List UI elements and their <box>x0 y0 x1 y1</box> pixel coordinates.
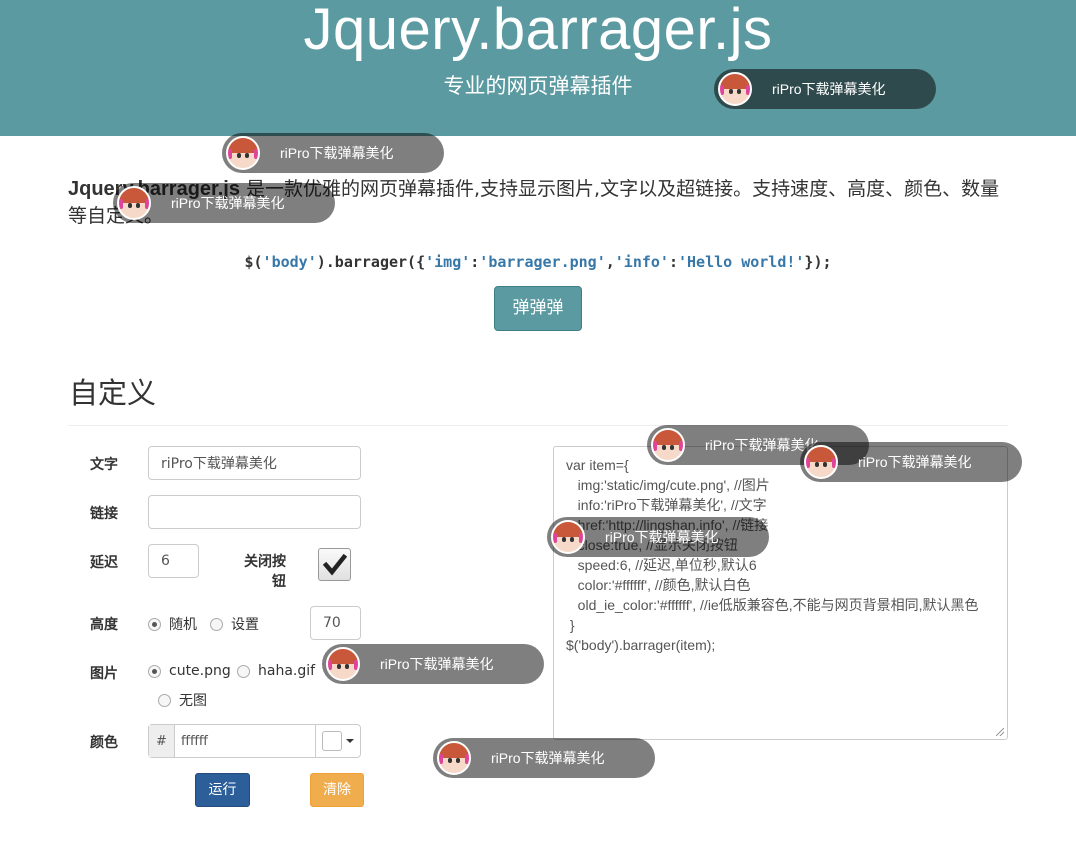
barrage-text: riPro下载弹幕美化 <box>605 529 719 545</box>
close-button-label: 关闭按钮 <box>244 554 286 590</box>
barrage-text: riPro下载弹幕美化 <box>171 195 285 211</box>
link-input[interactable] <box>148 495 361 529</box>
code-token: : <box>668 253 678 271</box>
avatar-icon <box>226 136 260 170</box>
color-label: 颜色 <box>90 735 118 751</box>
color-prefix: # <box>149 725 175 757</box>
text-input[interactable]: riPro下载弹幕美化 <box>148 446 361 480</box>
code-token: 'body' <box>262 253 317 271</box>
color-picker-button[interactable] <box>316 725 360 757</box>
barrage-item[interactable]: riPro下载弹幕美化 <box>547 517 769 557</box>
radio-icon <box>237 664 250 678</box>
radio-label: 无图 <box>179 693 207 709</box>
barrage-text: riPro下载弹幕美化 <box>772 81 886 97</box>
header-title: Jquery.barrager.js <box>303 0 773 62</box>
avatar-icon <box>651 428 685 462</box>
code-token: 'img' <box>425 253 471 271</box>
image-radio-cute[interactable]: cute.png <box>148 663 231 679</box>
avatar-icon <box>718 72 752 106</box>
radio-icon <box>148 617 161 631</box>
height-radio-set[interactable]: 设置 <box>210 614 259 634</box>
fire-barrage-button[interactable]: 弹弹弹 <box>494 286 582 331</box>
avatar-icon <box>551 520 585 554</box>
page-header: Jquery.barrager.js 专业的网页弹幕插件 <box>0 0 1076 136</box>
radio-icon <box>158 693 171 707</box>
run-button[interactable]: 运行 <box>195 773 250 807</box>
code-token: ).barrager({ <box>316 253 426 271</box>
caret-down-icon <box>346 739 354 743</box>
section-divider <box>68 425 1008 426</box>
image-radio-haha[interactable]: haha.gif <box>237 663 315 679</box>
code-token: : <box>470 253 480 271</box>
barrage-item[interactable]: riPro下载弹幕美化 <box>800 442 1022 482</box>
color-swatch <box>322 731 342 751</box>
barrage-item[interactable]: riPro下载弹幕美化 <box>714 69 936 109</box>
image-label: 图片 <box>90 666 118 682</box>
code-textarea[interactable]: var item={ img:'static/img/cute.png', //… <box>553 446 1008 740</box>
barrage-item[interactable]: riPro下载弹幕美化 <box>222 133 444 173</box>
radio-label: haha.gif <box>258 663 316 679</box>
delay-input[interactable]: 6 <box>148 544 199 578</box>
code-token: }); <box>804 253 832 271</box>
code-example: $('body').barrager({'img':'barrager.png'… <box>0 253 1076 271</box>
radio-label: 设置 <box>231 617 259 633</box>
close-button-checkbox[interactable] <box>318 548 351 581</box>
resize-grip-icon <box>996 728 1004 736</box>
radio-label: cute.png <box>169 663 231 679</box>
color-input[interactable]: ffffff <box>175 725 316 757</box>
barrage-text: riPro下载弹幕美化 <box>280 145 394 161</box>
height-label: 高度 <box>90 617 118 633</box>
code-token: $( <box>244 253 263 271</box>
avatar-icon <box>117 186 151 220</box>
color-input-group: # ffffff <box>148 724 361 758</box>
section-title: 自定义 <box>69 376 157 410</box>
link-label: 链接 <box>90 506 118 522</box>
image-radio-none[interactable]: 无图 <box>158 690 207 710</box>
barrage-item[interactable]: riPro下载弹幕美化 <box>113 183 335 223</box>
height-input[interactable]: 70 <box>310 606 361 640</box>
barrage-item[interactable]: riPro下载弹幕美化 <box>433 738 655 778</box>
code-token: , <box>605 253 615 271</box>
barrage-item[interactable]: riPro下载弹幕美化 <box>322 644 544 684</box>
code-token: 'barrager.png' <box>479 253 606 271</box>
checkmark-icon <box>322 553 347 576</box>
code-token: 'info' <box>614 253 669 271</box>
resize-handle[interactable] <box>996 728 1006 738</box>
text-label: 文字 <box>90 457 118 473</box>
barrage-text: riPro下载弹幕美化 <box>858 454 972 470</box>
barrage-text: riPro下载弹幕美化 <box>380 656 494 672</box>
avatar-icon <box>437 741 471 775</box>
barrage-text: riPro下载弹幕美化 <box>491 750 605 766</box>
radio-icon <box>148 664 161 678</box>
delay-label: 延迟 <box>90 555 118 571</box>
avatar-icon <box>326 647 360 681</box>
radio-label: 随机 <box>169 617 197 633</box>
height-radio-random[interactable]: 随机 <box>148 614 197 634</box>
clear-button[interactable]: 清除 <box>310 773 364 807</box>
radio-icon <box>210 617 223 631</box>
avatar-icon <box>804 445 838 479</box>
code-token: 'Hello world!' <box>677 253 805 271</box>
